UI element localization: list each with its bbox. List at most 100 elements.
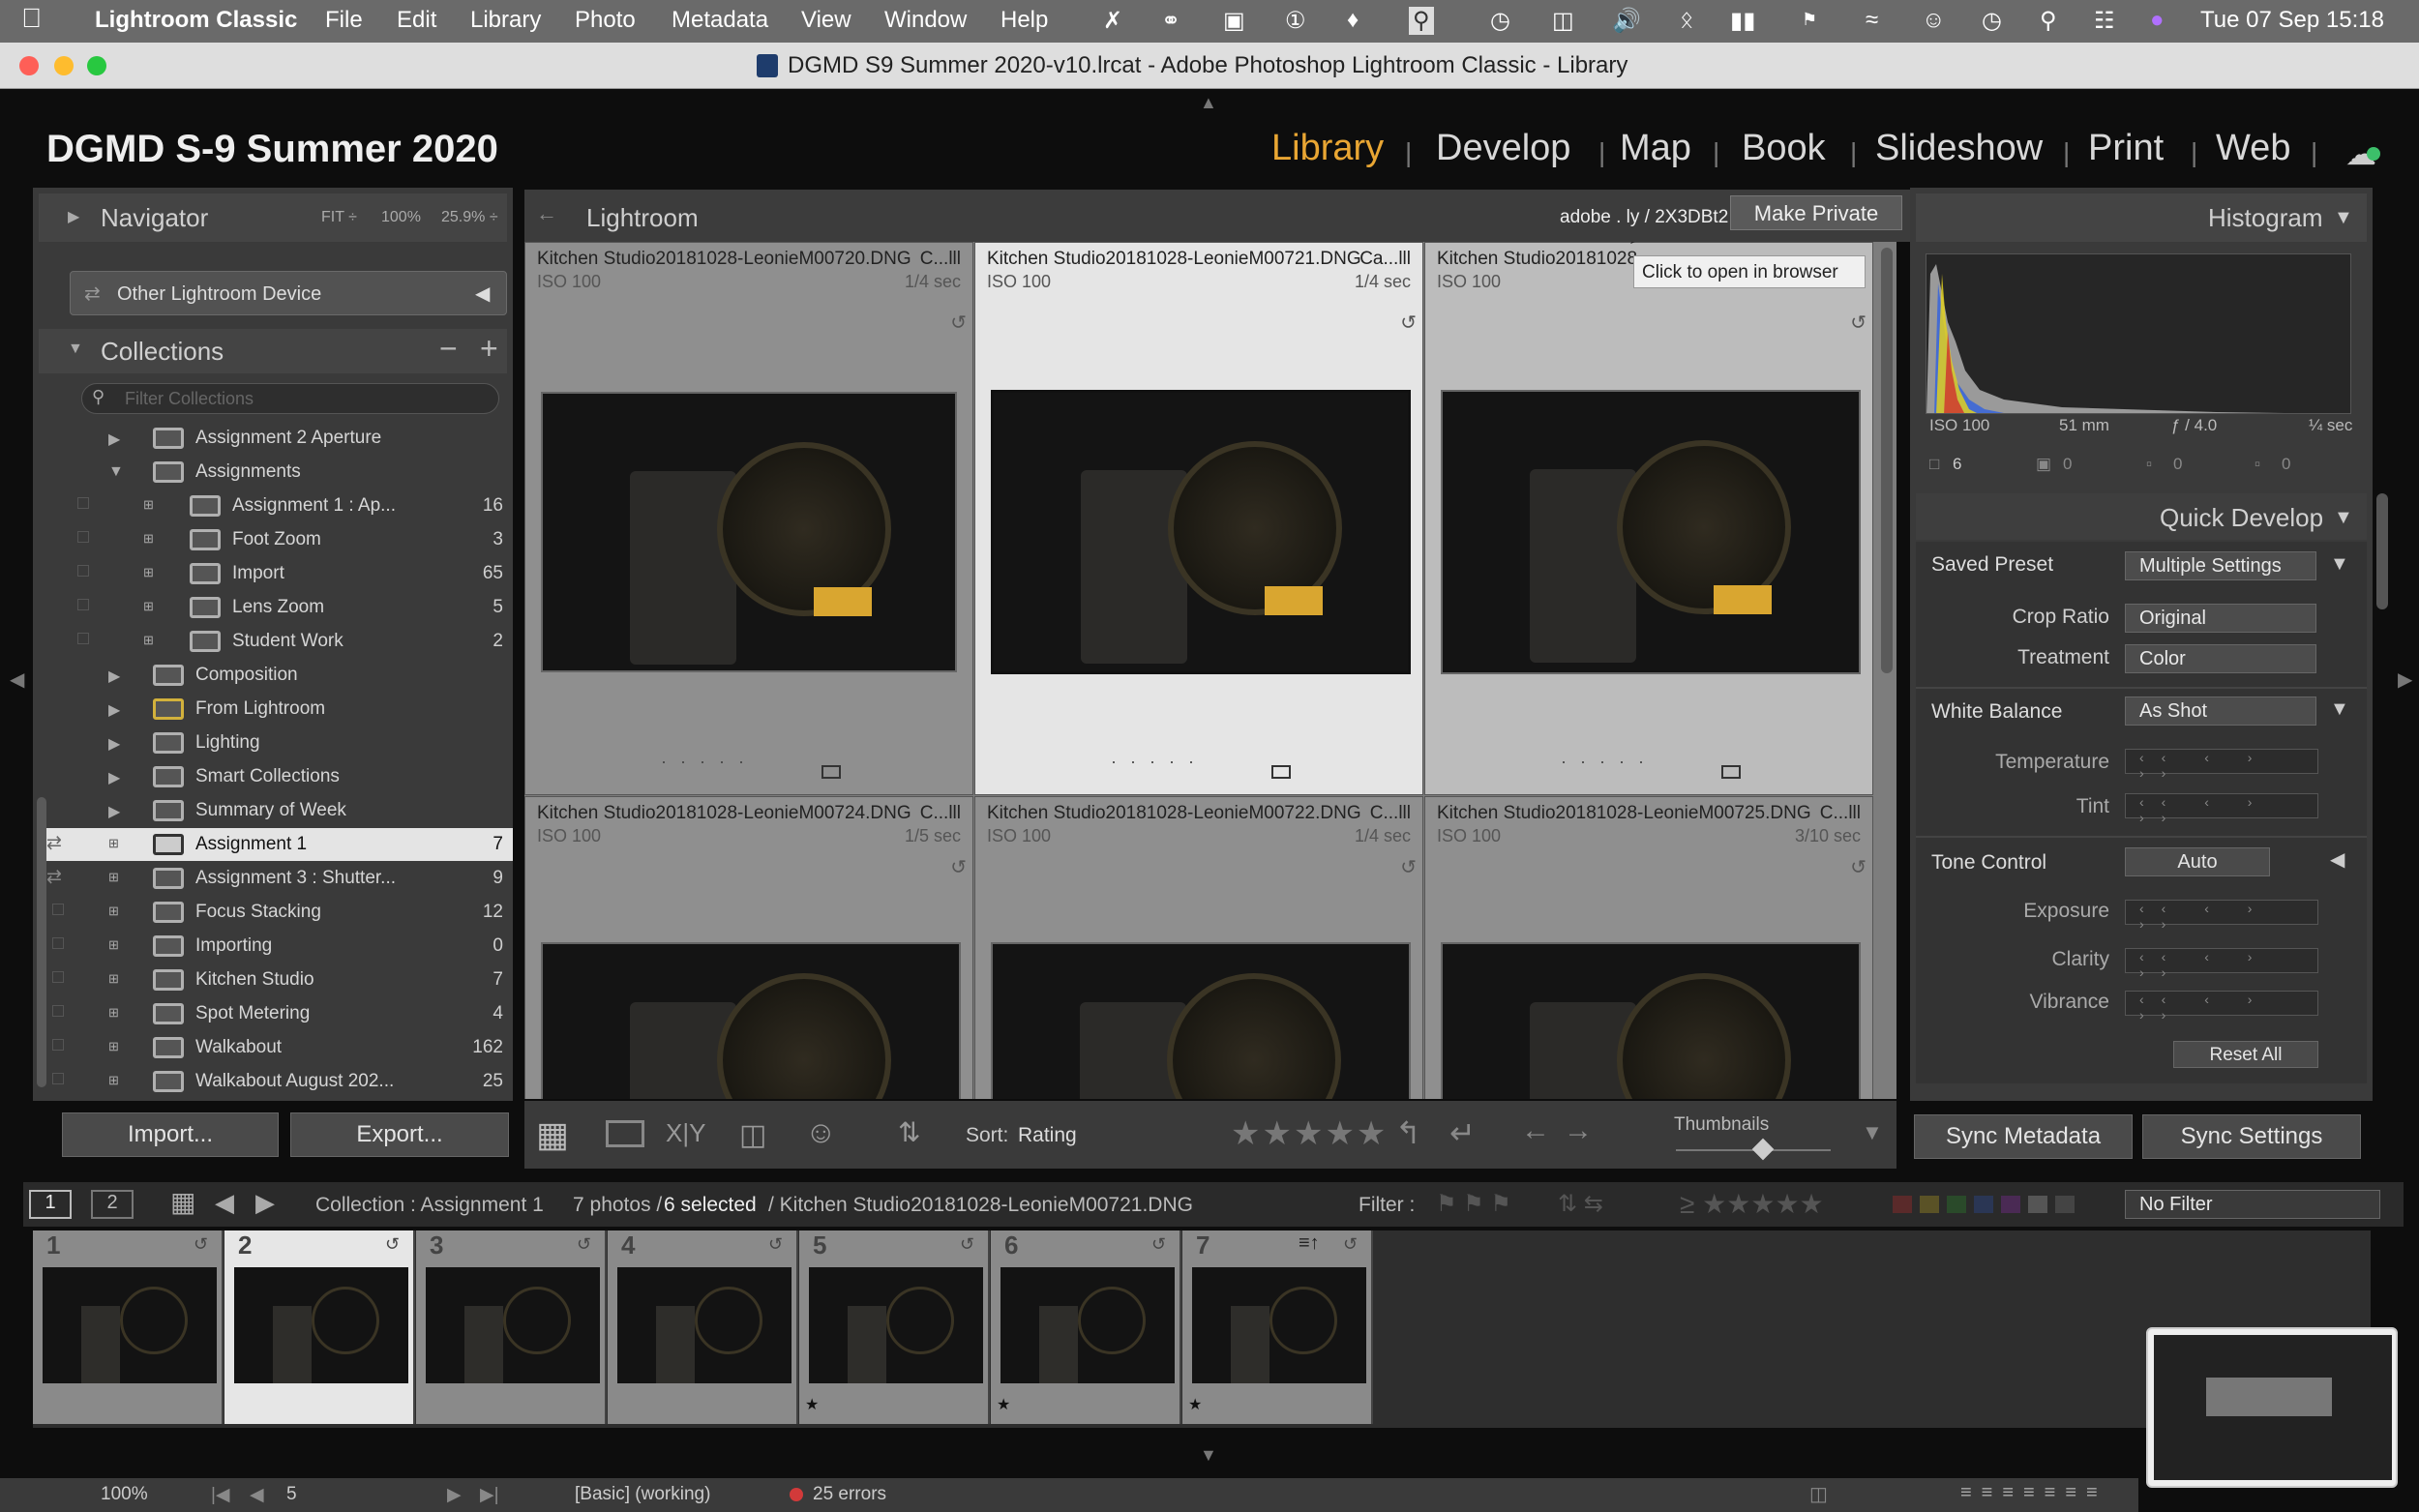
collection-importing[interactable]: ⊞ Importing 0 (39, 930, 513, 963)
window-icon[interactable]: ◫ (1552, 7, 1574, 35)
make-private-button[interactable]: Make Private (1730, 195, 1902, 230)
zoom-custom[interactable]: 25.9% ÷ (441, 209, 498, 226)
filmstrip-thumb-7[interactable]: 7 ≡↑ ↺ ★ (1182, 1230, 1373, 1424)
photo-thumbnail[interactable] (541, 942, 961, 1099)
histogram-collapse-icon[interactable]: ▼ (2334, 207, 2353, 229)
status-icon-3[interactable]: ▣ (1223, 7, 1245, 35)
collection-set-from-lightroom[interactable]: ▶ From Lightroom (39, 693, 513, 726)
crop-ratio-select[interactable]: Original (2125, 604, 2316, 633)
target-checkbox[interactable] (77, 633, 89, 644)
exposure-adjust-buttons[interactable]: ‹‹ ‹ › ›› (2125, 900, 2318, 932)
rotate-right-icon[interactable]: ↵ (1449, 1114, 1476, 1151)
target-checkbox[interactable] (52, 1073, 64, 1084)
rotate-icon[interactable]: ↺ (1343, 1234, 1358, 1255)
back-arrow-icon[interactable]: ← (536, 201, 557, 226)
rotate-icon[interactable]: ↺ (950, 311, 967, 335)
control-center-icon[interactable]: ☷ (2094, 7, 2115, 35)
rotate-icon[interactable]: ↺ (385, 1234, 400, 1255)
grid-cell-2-selected[interactable]: Kitchen Studio20181028-LeonieM00721.DNG … (974, 242, 1423, 795)
filmstrip-thumb-6[interactable]: 6 ↺ ★ (991, 1230, 1181, 1424)
screenshot-preview[interactable] (2146, 1327, 2398, 1488)
menu-edit[interactable]: Edit (397, 7, 436, 34)
text-align-icons[interactable]: ≡≡≡≡≡≡≡ (1960, 1482, 2107, 1504)
collection-set-smart-collections[interactable]: ▶ Smart Collections (39, 760, 513, 793)
grid-cell-4[interactable]: Kitchen Studio20181028-LeonieM00724.DNG … (524, 796, 973, 1099)
rotate-icon[interactable]: ↺ (950, 855, 967, 879)
rating-dots[interactable]: ····· (1111, 752, 1208, 772)
expand-icon[interactable]: ▶ (108, 802, 120, 821)
collection-assignment-3-shutter[interactable]: ⇄ ⊞ Assignment 3 : Shutter... 9 (39, 862, 513, 895)
battery-icon[interactable]: ▮▮ (1730, 7, 1755, 35)
right-panel-scrollbar[interactable] (2376, 493, 2388, 609)
user-icon[interactable]: ☺ (1922, 7, 1946, 34)
time-machine-icon[interactable]: ◷ (1490, 7, 1510, 35)
expand-icon[interactable]: ▶ (108, 430, 120, 449)
target-checkbox[interactable] (52, 1039, 64, 1051)
target-checkbox[interactable] (52, 1005, 64, 1017)
rotate-icon[interactable]: ↺ (577, 1234, 591, 1255)
module-map[interactable]: Map (1620, 128, 1691, 169)
filmstrip-thumb-1[interactable]: 1 ↺ (33, 1230, 224, 1424)
rotate-icon[interactable]: ↺ (768, 1234, 783, 1255)
module-slideshow[interactable]: Slideshow (1875, 128, 2043, 169)
status-zoom[interactable]: 100% (101, 1484, 148, 1505)
target-checkbox[interactable] (77, 565, 89, 577)
yellow-label-filter[interactable] (1920, 1196, 1939, 1213)
minimize-window-button[interactable] (54, 56, 74, 75)
treatment-select[interactable]: Color (2125, 644, 2316, 673)
collapse-icon[interactable]: ▼ (108, 463, 124, 481)
green-label-filter[interactable] (1947, 1196, 1966, 1213)
rotate-icon[interactable]: ↺ (1850, 855, 1867, 879)
zoom-100[interactable]: 100% (381, 209, 421, 226)
flag-icon[interactable]: ⚑ (1802, 10, 1817, 30)
rotate-left-icon[interactable]: ↰ (1395, 1114, 1421, 1151)
edit-filter-icons[interactable]: ⇅ ⇆ (1558, 1190, 1603, 1218)
collection-foot-zoom[interactable]: ⊞ Foot Zoom 3 (39, 523, 513, 556)
filmstrip-thumb-3[interactable]: 3 ↺ (416, 1230, 607, 1424)
target-checkbox[interactable] (77, 497, 89, 509)
menubar-clock[interactable]: Tue 07 Sep 15:18 (2200, 7, 2384, 34)
grid-cell-1[interactable]: Kitchen Studio20181028-LeonieM00720.DNG … (524, 242, 973, 795)
temperature-adjust-buttons[interactable]: ‹‹ ‹ › ›› (2125, 749, 2318, 781)
collection-assignment-1-ap[interactable]: ⊞ Assignment 1 : Ap... 16 (39, 489, 513, 522)
blue-label-filter[interactable] (1974, 1196, 1993, 1213)
saved-preset-select[interactable]: Multiple Settings (2125, 551, 2316, 580)
collection-set-lighting[interactable]: ▶ Lighting (39, 726, 513, 759)
collection-set-summary-of-week[interactable]: ▶ Summary of Week (39, 794, 513, 827)
module-print[interactable]: Print (2088, 128, 2164, 169)
purple-label-filter[interactable] (2001, 1196, 2020, 1213)
navigator-expand-icon[interactable]: ▶ (68, 207, 79, 226)
previous-page-icon[interactable]: ◀ (250, 1484, 264, 1506)
app-menu[interactable]: Lightroom Classic (95, 7, 297, 34)
collection-set-assignment-2-aperture[interactable]: ▶ Assignment 2 Aperture (39, 422, 513, 455)
add-collection-button[interactable]: + (480, 331, 498, 367)
quick-develop-collapse-icon[interactable]: ▼ (2334, 507, 2353, 529)
clock-icon[interactable]: ◷ (1982, 7, 2002, 35)
clarity-adjust-buttons[interactable]: ‹‹ ‹ › ›› (2125, 948, 2318, 980)
target-checkbox[interactable] (77, 531, 89, 543)
collection-import[interactable]: ⊞ Import 65 (39, 557, 513, 590)
rotate-icon[interactable]: ↺ (194, 1234, 208, 1255)
custom-label-filter[interactable] (2028, 1196, 2047, 1213)
module-library[interactable]: Library (1271, 128, 1384, 169)
rating-dots[interactable]: ····· (1561, 752, 1657, 772)
volume-icon[interactable]: 🔊 (1612, 7, 1641, 35)
expand-icon[interactable]: ▶ (108, 768, 120, 787)
sync-metadata-button[interactable]: Sync Metadata (1914, 1114, 2133, 1159)
back-icon[interactable]: ◀ (215, 1188, 234, 1218)
target-checkbox[interactable] (52, 904, 64, 915)
rotate-icon[interactable]: ↺ (1151, 1234, 1166, 1255)
photo-thumbnail[interactable] (991, 942, 1411, 1099)
survey-view-icon[interactable]: ◫ (739, 1118, 766, 1152)
wifi-icon[interactable]: ≈ (1866, 7, 1878, 34)
selected-filename[interactable]: / Kitchen Studio20181028-LeonieM00721.DN… (768, 1194, 1193, 1217)
next-page-icon[interactable]: ▶ (447, 1484, 462, 1506)
collections-collapse-icon[interactable]: ▼ (68, 341, 83, 358)
tone-expand-icon[interactable]: ◀ (2330, 847, 2344, 872)
flag-badge-icon[interactable] (821, 765, 841, 779)
expand-icon[interactable]: ▶ (108, 667, 120, 686)
filmstrip-source[interactable]: Collection : Assignment 1 (315, 1194, 544, 1217)
rotate-icon[interactable]: ↺ (960, 1234, 974, 1255)
grid-view-shortcut-icon[interactable]: ▦ (170, 1186, 195, 1218)
flag-badge-icon[interactable] (1271, 765, 1291, 779)
